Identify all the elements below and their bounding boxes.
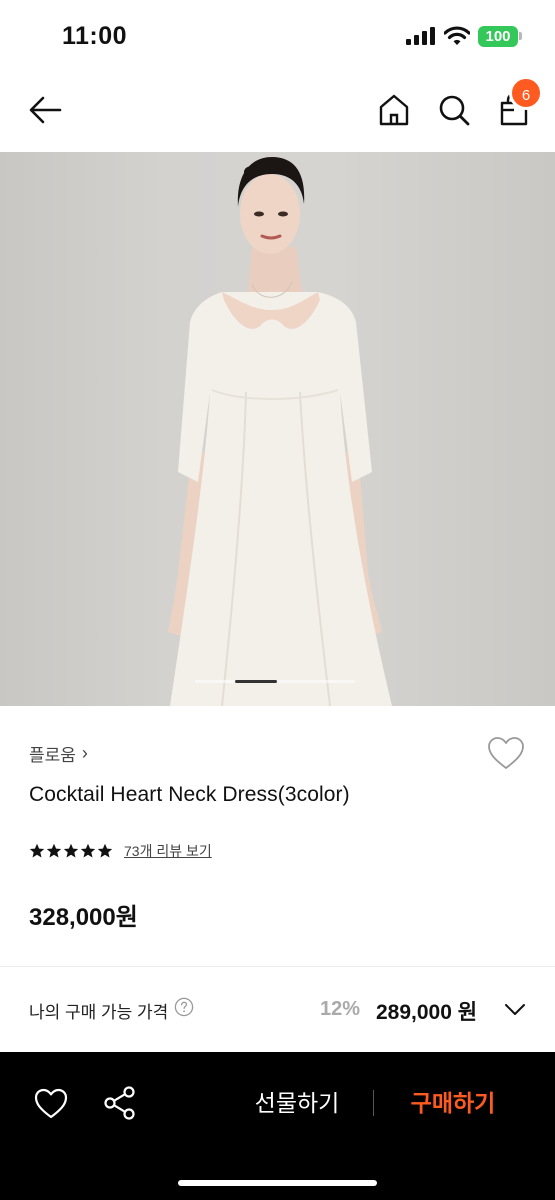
star-icon [80,843,96,858]
rating-row: 73개 리뷰 보기 [29,840,212,862]
signal-icon [406,27,435,45]
search-icon[interactable] [434,90,474,130]
image-pager-active [235,680,277,683]
status-time: 11:00 [62,22,128,50]
brand-link[interactable]: 플로움 › [29,741,88,765]
product-title: Cocktail Heart Neck Dress(3color) [29,783,350,806]
star-icon [29,843,45,858]
review-link[interactable]: 73개 리뷰 보기 [124,841,212,861]
star-icon [46,843,62,858]
buy-button[interactable]: 구매하기 [392,1082,514,1124]
back-arrow-icon[interactable] [26,90,66,130]
cart-count-badge: 6 [509,76,543,110]
chevron-down-icon[interactable] [503,997,527,1021]
product-price: 328,000원 [29,904,138,931]
heart-icon[interactable] [33,1086,69,1122]
my-price-label: 나의 구매 가능 가격 [29,1003,169,1022]
my-price-value: 289,000 원 [376,1001,478,1024]
heart-icon[interactable] [486,734,526,774]
brand-name: 플로움 [29,745,76,765]
share-icon[interactable] [101,1084,139,1122]
battery-icon: 100 [478,26,518,47]
divider [373,1090,374,1116]
my-price-row[interactable]: 나의 구매 가능 가격 12% 289,000 원 [0,967,555,1051]
home-icon[interactable] [374,90,414,130]
star-icon [97,843,113,858]
bottom-action-bar: 선물하기 구매하기 [0,1052,555,1200]
image-pager [195,680,355,683]
chevron-right-icon: › [81,742,88,763]
product-image[interactable] [0,152,555,706]
discount-rate: 12% [320,998,361,1020]
home-indicator[interactable] [178,1180,377,1186]
wifi-icon [444,26,470,45]
status-bar: 11:00 100 [0,0,555,68]
dress-photo [168,157,392,706]
nav-bar: 6 [0,68,555,152]
battery-tip [519,32,522,40]
star-icon [63,843,79,858]
gift-button[interactable]: 선물하기 [236,1082,358,1124]
star-rating [29,843,113,859]
help-icon[interactable] [174,997,194,1017]
